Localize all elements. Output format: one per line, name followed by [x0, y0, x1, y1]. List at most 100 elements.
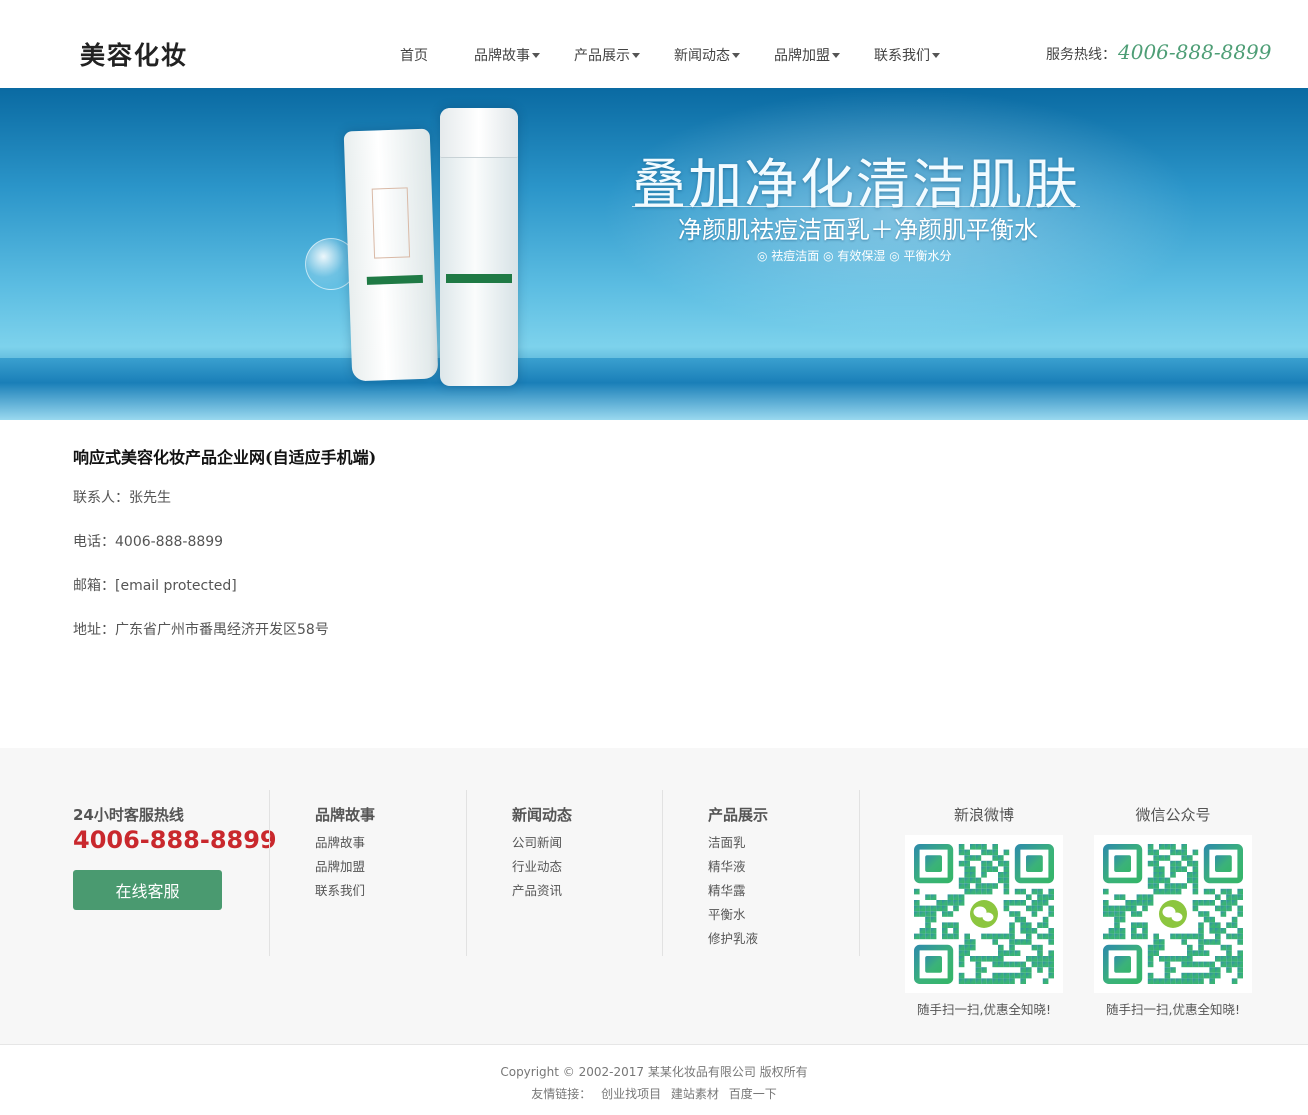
qr-module — [975, 956, 982, 962]
qr-module — [1014, 939, 1021, 945]
qr-module — [1147, 900, 1154, 906]
qr-module — [1119, 928, 1126, 934]
qr-caption: 随手扫一扫,优惠全知晓! — [1106, 1002, 1240, 1017]
qr-module — [1003, 872, 1010, 878]
qr-module — [1147, 972, 1154, 979]
qr-module — [975, 877, 982, 884]
qr-module — [1153, 860, 1159, 867]
footer-link[interactable]: 联系我们 — [315, 883, 375, 899]
qr-module — [914, 905, 920, 912]
qr-module — [970, 872, 976, 878]
qr-module — [1020, 972, 1026, 979]
footer-link[interactable]: 精华露 — [708, 883, 768, 899]
qr-module — [1131, 922, 1137, 928]
contact-section: 响应式美容化妆产品企业网(自适应手机端) 联系人：张先生 电话：4006-888… — [73, 444, 773, 640]
nav-item-franchise[interactable]: 品牌加盟 — [774, 45, 840, 65]
contact-email: 邮箱：[email protected] — [73, 578, 237, 594]
friend-link[interactable]: 百度一下 — [729, 1087, 777, 1101]
nav-item-brand-story[interactable]: 品牌故事 — [474, 45, 540, 65]
qr-module — [1209, 928, 1215, 934]
bottle-cap — [440, 108, 518, 158]
nav-item-contact[interactable]: 联系我们 — [874, 45, 940, 65]
footer-link[interactable]: 平衡水 — [708, 907, 768, 923]
qr-module — [1153, 883, 1159, 889]
qr-module — [1003, 888, 1010, 895]
qr-module — [975, 972, 982, 979]
friend-link[interactable]: 创业找项目 — [601, 1087, 661, 1101]
qr-module — [1175, 883, 1182, 889]
qr-module — [998, 877, 1004, 884]
qr-module — [1187, 872, 1193, 878]
qr-module — [1026, 933, 1032, 940]
qr-module — [1187, 961, 1193, 968]
qr-module — [1220, 888, 1227, 895]
qr-module — [1003, 877, 1010, 884]
qr-module — [1153, 944, 1159, 951]
qr-module — [1192, 849, 1199, 856]
qr-module — [1181, 866, 1187, 872]
qr-module — [1170, 978, 1176, 984]
qr-module — [1203, 888, 1210, 895]
qr-module — [925, 905, 931, 912]
qr-module — [958, 844, 965, 850]
footer-bottom-divider — [0, 1044, 1308, 1045]
online-service-button[interactable]: 在线客服 — [73, 870, 222, 910]
qr-module — [1119, 911, 1126, 917]
qr-module — [1037, 944, 1043, 951]
footer-link[interactable]: 公司新闻 — [512, 835, 572, 851]
hero-banner[interactable]: 叠加净化清洁肌肤 净颜肌祛痘洁面乳＋净颜肌平衡水 ◎ 祛痘洁面 ◎ 有效保湿 ◎… — [0, 88, 1308, 420]
qr-module — [998, 944, 1004, 951]
qr-module — [925, 894, 931, 900]
qr-module — [1231, 900, 1238, 906]
nav-item-news[interactable]: 新闻动态 — [674, 45, 740, 65]
wechat-qr-code[interactable] — [1094, 835, 1252, 993]
qr-module — [1026, 967, 1032, 973]
qr-module — [1048, 956, 1054, 962]
nav-item-products[interactable]: 产品展示 — [574, 45, 640, 65]
caret-down-icon — [832, 52, 840, 58]
qr-module — [1175, 978, 1182, 984]
qr-module — [1136, 911, 1143, 917]
qr-module — [1231, 933, 1238, 940]
qr-module — [1142, 928, 1148, 934]
footer-link[interactable]: 产品资讯 — [512, 883, 572, 899]
qr-module — [958, 944, 965, 951]
qr-module — [1231, 922, 1238, 928]
qr-module — [1114, 922, 1120, 928]
qr-module — [1215, 972, 1221, 979]
nav-label: 品牌故事 — [474, 48, 530, 64]
qr-module — [1237, 905, 1243, 912]
weibo-qr-block: 新浪微博 随手扫一扫,优惠全知晓! — [904, 804, 1064, 1018]
qr-module — [942, 900, 948, 906]
qr-module — [975, 967, 982, 973]
hotline-number: 4006-888-8899 — [1118, 40, 1272, 64]
qr-module — [1231, 961, 1238, 968]
qr-module — [1209, 888, 1215, 895]
friend-link[interactable]: 建站素材 — [671, 1087, 719, 1101]
qr-module — [1175, 860, 1182, 867]
nav-item-home[interactable]: 首页 — [400, 45, 428, 65]
qr-module — [1237, 888, 1243, 895]
qr-module — [1164, 844, 1171, 850]
qr-module — [975, 961, 982, 968]
qr-module — [1003, 866, 1010, 872]
qr-module — [1153, 872, 1159, 878]
footer-link[interactable]: 修护乳液 — [708, 931, 768, 947]
footer-link[interactable]: 品牌加盟 — [315, 859, 375, 875]
footer-link[interactable]: 精华液 — [708, 859, 768, 875]
qr-module — [1231, 956, 1238, 962]
wechat-bubble-icon — [1171, 912, 1183, 922]
qr-module — [1203, 900, 1210, 906]
footer-link[interactable]: 洁面乳 — [708, 835, 768, 851]
weibo-qr-code[interactable] — [905, 835, 1063, 993]
qr-module — [1181, 844, 1187, 850]
main-nav: 首页 品牌故事 产品展示 新闻动态 品牌加盟 联系我们 — [400, 45, 974, 65]
qr-module — [981, 844, 987, 850]
footer-link[interactable]: 品牌故事 — [315, 835, 375, 851]
qr-module — [1159, 877, 1165, 884]
qr-module — [1198, 900, 1204, 906]
qr-module — [958, 883, 965, 889]
footer-link[interactable]: 行业动态 — [512, 859, 572, 875]
qr-module — [1198, 928, 1204, 934]
site-logo[interactable]: 美容化妆 — [80, 36, 188, 72]
